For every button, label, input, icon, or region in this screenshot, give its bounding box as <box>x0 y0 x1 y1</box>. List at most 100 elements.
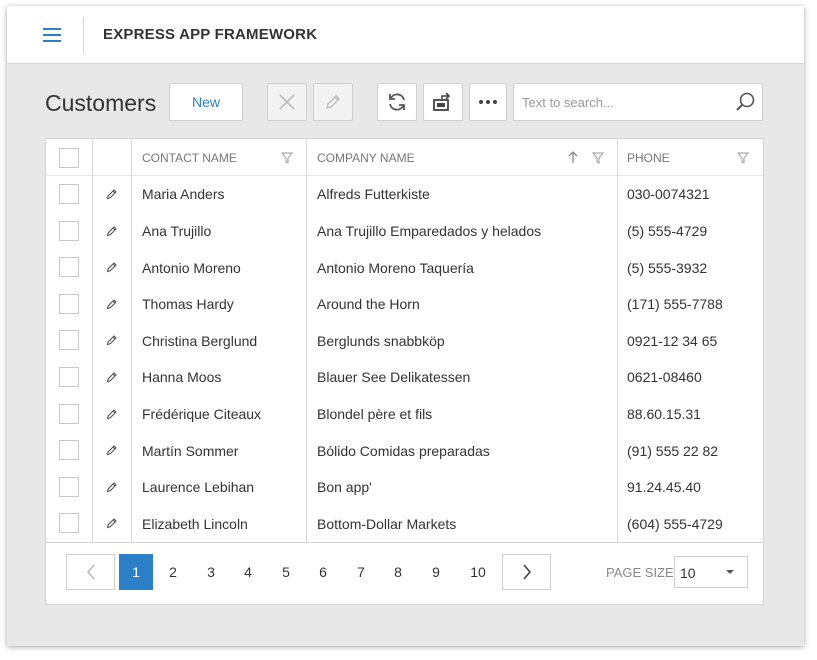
edit-icon[interactable] <box>106 481 118 493</box>
filter-icon[interactable] <box>737 152 749 164</box>
contact-name-cell: Frédérique Citeaux <box>142 405 262 422</box>
more-icon <box>479 100 497 104</box>
customers-grid: CONTACT NAME COMPANY NAME PHONE Maria An… <box>45 138 764 605</box>
page-number-3[interactable]: 3 <box>194 554 228 590</box>
edit-icon[interactable] <box>106 408 118 420</box>
edit-icon[interactable] <box>106 444 118 456</box>
table-row[interactable]: Laurence Lebihan Bon app' 91.24.45.40 <box>46 469 763 506</box>
contact-name-cell: Christina Berglund <box>142 332 258 349</box>
phone-cell: (604) 555-4729 <box>627 515 723 532</box>
menu-icon <box>43 28 61 30</box>
grid-header: CONTACT NAME COMPANY NAME PHONE <box>46 139 763 176</box>
page-number-7[interactable]: 7 <box>344 554 378 590</box>
table-row[interactable]: Maria Anders Alfreds Futterkiste 030-00743… <box>46 176 763 213</box>
table-row[interactable]: Hanna Moos Blauer See Delikatessen 0621-08… <box>46 359 763 396</box>
contact-name-cell: Elizabeth Lincoln <box>142 515 248 532</box>
contact-name-cell: Hanna Moos <box>142 369 222 386</box>
company-name-cell: Berglunds snabbköp <box>317 332 445 349</box>
menu-button[interactable] <box>37 22 65 48</box>
export-icon <box>433 92 451 111</box>
company-name-cell: Blondel père et fils <box>317 405 433 422</box>
select-all-checkbox[interactable] <box>59 148 79 168</box>
dropdown-caret-icon <box>726 570 734 574</box>
row-checkbox[interactable] <box>59 513 79 534</box>
table-row[interactable]: Ana Trujillo Ana Trujillo Emparedados y h… <box>46 213 763 250</box>
row-checkbox[interactable] <box>59 184 79 204</box>
row-checkbox[interactable] <box>59 330 79 351</box>
edit-icon[interactable] <box>106 225 118 237</box>
page-size-label: PAGE SIZE <box>606 565 674 580</box>
contact-name-cell: Martín Sommer <box>142 442 239 459</box>
filter-icon[interactable] <box>592 152 604 164</box>
app-title: EXPRESS APP FRAMEWORK <box>103 26 318 43</box>
phone-cell: 88.60.15.31 <box>627 405 701 422</box>
edit-icon[interactable] <box>106 298 118 310</box>
page-number-2[interactable]: 2 <box>156 554 190 590</box>
search-icon[interactable] <box>734 91 756 113</box>
table-row[interactable]: Christina Berglund Berglunds snabbköp 0921… <box>46 322 763 359</box>
page-size-select[interactable]: 10 <box>674 556 748 588</box>
sort-ascending-icon[interactable] <box>568 151 578 164</box>
edit-icon[interactable] <box>106 188 118 200</box>
page-number-6[interactable]: 6 <box>306 554 340 590</box>
row-checkbox[interactable] <box>59 403 79 424</box>
refresh-icon <box>389 93 405 111</box>
phone-cell: (171) 555-7788 <box>627 296 723 313</box>
contact-name-cell: Thomas Hardy <box>142 296 234 313</box>
row-checkbox[interactable] <box>59 220 79 241</box>
edit-button[interactable] <box>313 83 353 121</box>
prev-page-button[interactable] <box>66 554 115 590</box>
table-row[interactable]: Martín Sommer Bólido Comidas preparadas (9… <box>46 432 763 469</box>
edit-icon[interactable] <box>106 334 118 346</box>
page-number-10[interactable]: 10 <box>460 554 496 590</box>
row-checkbox[interactable] <box>59 476 79 497</box>
page-title: Customers <box>45 90 157 116</box>
more-button[interactable] <box>469 83 507 121</box>
next-page-button[interactable] <box>502 554 551 590</box>
edit-icon[interactable] <box>106 371 118 383</box>
company-name-cell: Ana Trujillo Emparedados y helados <box>317 222 542 239</box>
edit-icon[interactable] <box>106 261 118 273</box>
app-window: EXPRESS APP FRAMEWORK Customers New Text… <box>7 6 804 646</box>
app-header: EXPRESS APP FRAMEWORK <box>7 6 804 64</box>
contact-name-cell: Ana Trujillo <box>142 222 212 239</box>
contact-name-cell: Maria Anders <box>142 186 225 203</box>
page-number-1[interactable]: 1 <box>119 554 153 590</box>
column-header-company[interactable]: COMPANY NAME <box>317 139 415 176</box>
table-row[interactable]: Elizabeth Lincoln Bottom-Dollar Markets (6… <box>46 505 763 542</box>
new-button[interactable]: New <box>169 83 243 121</box>
table-row[interactable]: Thomas Hardy Around the Horn (171) 555-778… <box>46 286 763 323</box>
export-button[interactable] <box>423 83 463 121</box>
page-number-8[interactable]: 8 <box>381 554 415 590</box>
delete-button[interactable] <box>267 83 307 121</box>
page-number-9[interactable]: 9 <box>419 554 453 590</box>
chevron-right-icon <box>522 564 531 580</box>
table-row[interactable]: Antonio Moreno Antonio Moreno Taquería (5)… <box>46 249 763 286</box>
search-input[interactable] <box>514 84 729 120</box>
header-divider <box>83 17 84 53</box>
page-number-4[interactable]: 4 <box>231 554 265 590</box>
column-header-contact[interactable]: CONTACT NAME <box>142 139 237 176</box>
company-name-cell: Bon app' <box>317 479 372 496</box>
edit-icon[interactable] <box>106 517 118 529</box>
phone-cell: 030-0074321 <box>627 186 710 203</box>
phone-cell: (5) 555-4729 <box>627 222 708 239</box>
row-checkbox[interactable] <box>59 257 79 278</box>
row-checkbox[interactable] <box>59 367 79 387</box>
row-checkbox[interactable] <box>59 293 79 314</box>
company-name-cell: Antonio Moreno Taquería <box>317 259 474 276</box>
chevron-left-icon <box>86 564 95 580</box>
column-header-phone[interactable]: PHONE <box>627 139 670 176</box>
filter-icon[interactable] <box>281 152 293 164</box>
refresh-button[interactable] <box>377 83 417 121</box>
delete-icon <box>279 94 295 110</box>
row-checkbox[interactable] <box>59 440 79 461</box>
page-number-5[interactable]: 5 <box>269 554 303 590</box>
page-size-value: 10 <box>680 565 696 581</box>
phone-cell: (5) 555-3932 <box>627 259 708 276</box>
phone-cell: 0921-12 34 65 <box>627 332 718 349</box>
edit-icon <box>326 95 340 109</box>
company-name-cell: Bottom-Dollar Markets <box>317 515 457 532</box>
table-row[interactable]: Frédérique Citeaux Blondel père et fils 88… <box>46 396 763 433</box>
phone-cell: 91.24.45.40 <box>627 479 701 496</box>
